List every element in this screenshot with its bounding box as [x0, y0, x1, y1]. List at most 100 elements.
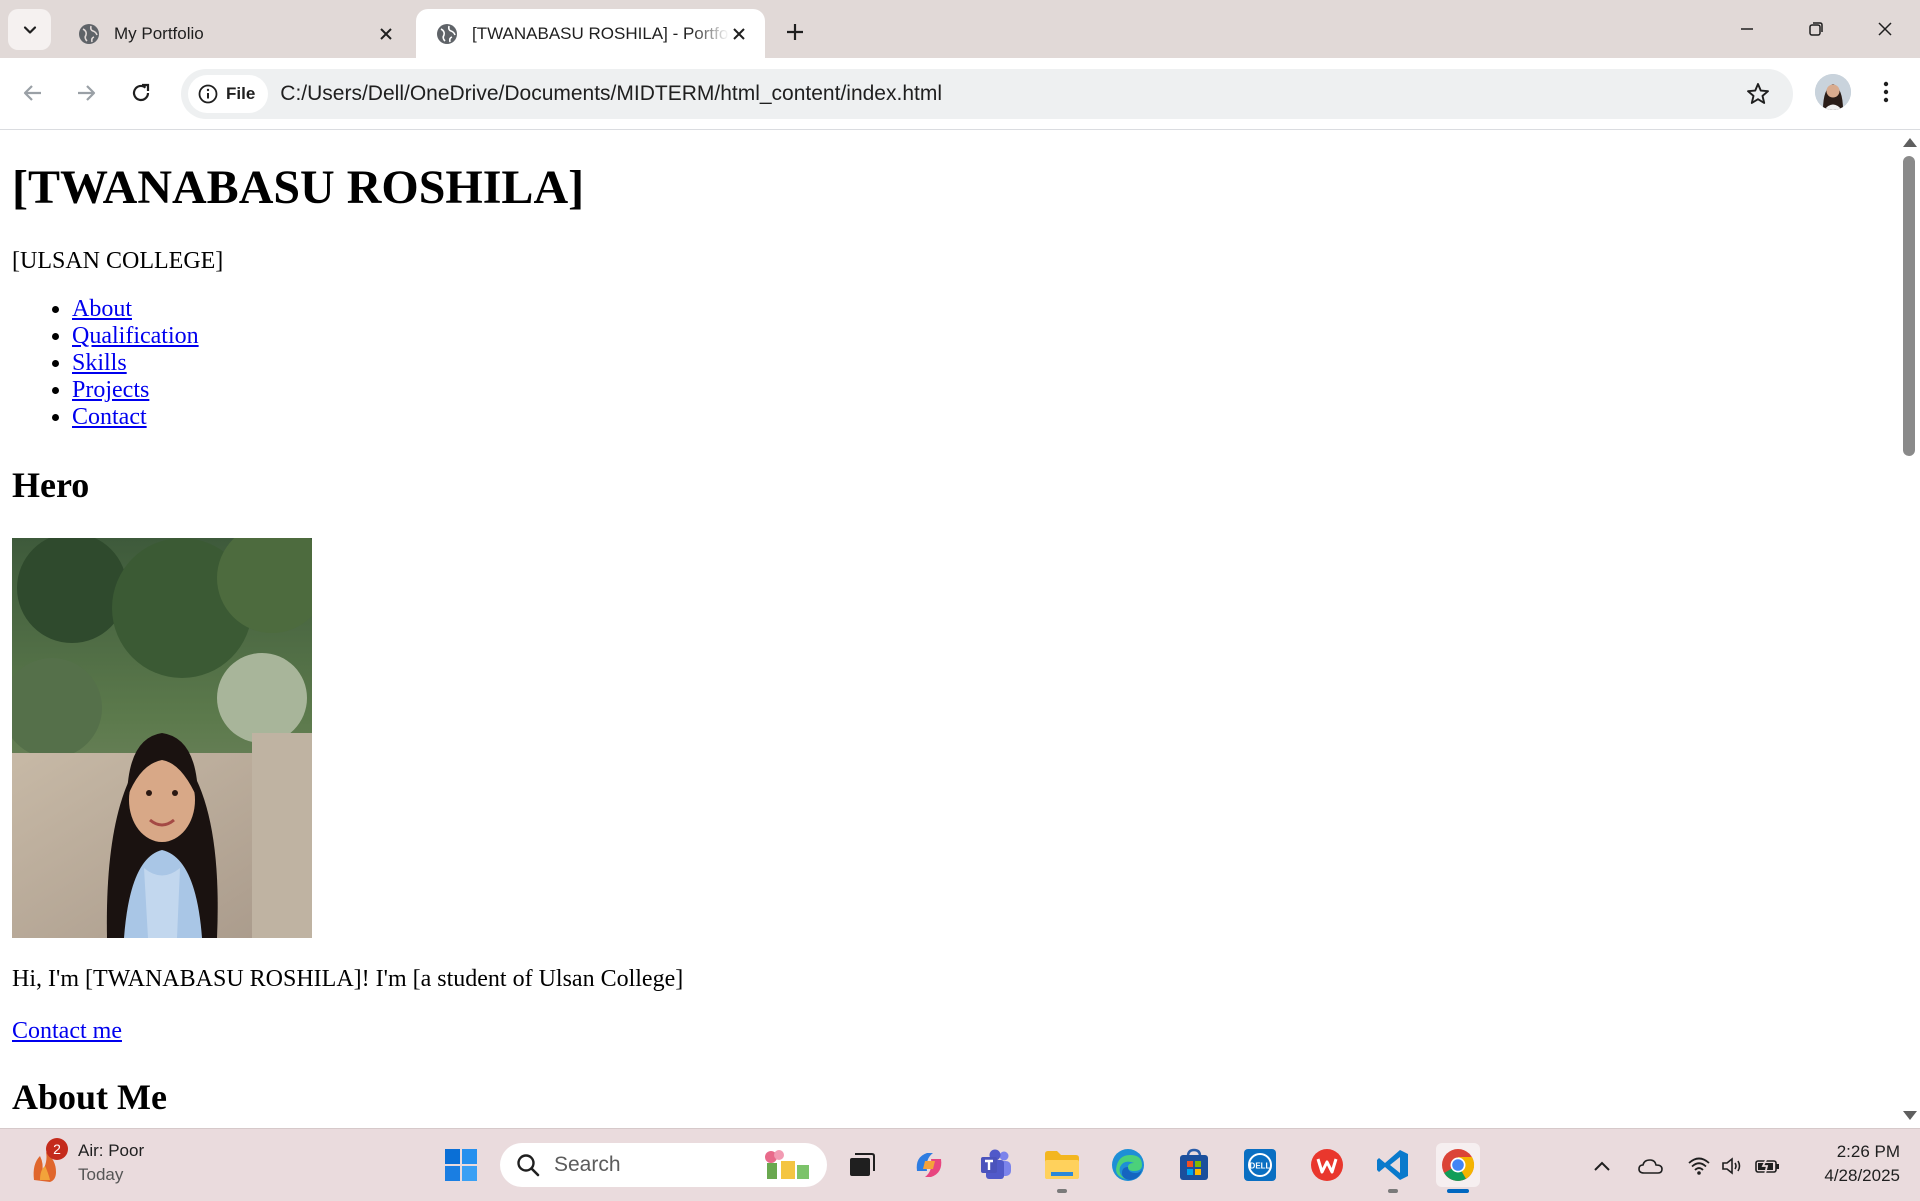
tab-strip: My Portfolio [TWANABASU ROSHILA] - Portf…	[0, 0, 1920, 58]
task-view-button[interactable]	[840, 1143, 884, 1187]
copilot-app[interactable]	[907, 1143, 951, 1187]
windows-logo-icon	[445, 1149, 477, 1181]
nav-item-about: About	[72, 296, 199, 323]
arrow-left-icon	[23, 85, 41, 101]
nav-item-contact: Contact	[72, 404, 199, 431]
scroll-down-arrow-icon[interactable]	[1903, 1111, 1917, 1120]
wps-icon	[1311, 1149, 1343, 1181]
running-indicator	[1057, 1189, 1067, 1193]
back-button[interactable]	[13, 73, 53, 113]
restore-icon	[1809, 22, 1823, 36]
page-title: [TWANABASU ROSHILA]	[12, 161, 585, 214]
tab-my-portfolio[interactable]: My Portfolio	[58, 9, 412, 58]
reload-button[interactable]	[121, 73, 161, 113]
battery-tray[interactable]	[1753, 1151, 1783, 1181]
chrome-icon	[1442, 1149, 1475, 1181]
nav-link-projects[interactable]: Projects	[72, 377, 149, 403]
new-tab-button[interactable]	[780, 17, 810, 47]
contact-me-link[interactable]: Contact me	[12, 1018, 122, 1045]
bookmark-star-icon[interactable]	[1745, 81, 1771, 107]
system-clock[interactable]: 2:26 PM 4/28/2025	[1800, 1140, 1900, 1188]
folder-icon	[1045, 1151, 1079, 1179]
nav-link-about[interactable]: About	[72, 296, 132, 322]
weather-widget[interactable]: 2 Air: Poor Today	[26, 1138, 145, 1187]
close-icon	[1878, 22, 1892, 36]
dell-app[interactable]: DELL	[1238, 1143, 1282, 1187]
nav-item-skills: Skills	[72, 350, 199, 377]
svg-text:DELL: DELL	[1250, 1162, 1271, 1171]
nav-link-contact[interactable]: Contact	[72, 404, 147, 430]
weather-subtitle: Today	[78, 1165, 124, 1184]
browser-menu-button[interactable]	[1868, 72, 1904, 112]
url-text[interactable]: C:/Users/Dell/OneDrive/Documents/MIDTERM…	[280, 82, 942, 106]
search-highlight-icon	[765, 1150, 809, 1179]
globe-icon	[79, 23, 99, 44]
close-tab-icon[interactable]	[729, 24, 749, 44]
arrow-right-icon	[78, 85, 96, 101]
page-scrollbar[interactable]	[1899, 130, 1920, 1128]
minimize-button[interactable]	[1717, 8, 1777, 50]
teams-app[interactable]	[974, 1143, 1018, 1187]
windows-taskbar: 2 Air: Poor Today Search DELL 2:26 PM 4/…	[0, 1128, 1920, 1201]
profile-avatar[interactable]	[1815, 74, 1851, 110]
file-explorer-app[interactable]	[1040, 1143, 1084, 1187]
restore-button[interactable]	[1786, 8, 1846, 50]
task-view-icon	[850, 1153, 875, 1176]
tab-title: My Portfolio	[114, 23, 204, 43]
minimize-icon	[1741, 28, 1753, 30]
plus-icon	[787, 24, 803, 40]
start-button[interactable]	[439, 1143, 483, 1187]
about-heading: About Me	[12, 1077, 167, 1117]
wifi-icon	[1688, 1157, 1710, 1175]
volume-tray[interactable]	[1718, 1151, 1748, 1181]
more-vertical-icon	[1883, 81, 1889, 103]
tab-twanabasu-portfolio[interactable]: [TWANABASU ROSHILA] - Portfolio	[416, 9, 765, 58]
cloud-icon	[1638, 1159, 1663, 1174]
scroll-up-arrow-icon[interactable]	[1903, 138, 1917, 147]
forward-button[interactable]	[66, 73, 106, 113]
reload-icon	[132, 83, 150, 102]
scrollbar-thumb[interactable]	[1903, 156, 1915, 456]
taskbar-search[interactable]: Search	[500, 1143, 827, 1187]
intro-text: Hi, I'm [TWANABASU ROSHILA]! I'm [a stud…	[12, 966, 684, 992]
nav-link-skills[interactable]: Skills	[72, 350, 127, 376]
info-icon	[198, 84, 218, 104]
address-bar[interactable]: File C:/Users/Dell/OneDrive/Documents/MI…	[181, 69, 1793, 119]
vscode-icon	[1377, 1150, 1408, 1180]
avatar-icon	[1815, 74, 1851, 110]
nav-item-qualification: Qualification	[72, 323, 199, 350]
battery-charging-icon	[1755, 1157, 1779, 1175]
page-viewport: [TWANABASU ROSHILA] [ULSAN COLLEGE] Abou…	[0, 130, 1920, 1128]
nav-item-projects: Projects	[72, 377, 199, 404]
site-nav: About Qualification Skills Projects Cont…	[12, 296, 199, 431]
running-indicator	[1388, 1189, 1398, 1193]
chrome-app[interactable]	[1436, 1143, 1480, 1187]
close-window-button[interactable]	[1855, 8, 1915, 50]
weather-title: Air: Poor	[78, 1141, 145, 1160]
browser-toolbar: File C:/Users/Dell/OneDrive/Documents/MI…	[0, 58, 1920, 130]
chevron-up-icon	[1594, 1161, 1610, 1171]
tab-title: [TWANABASU ROSHILA] - Portfolio	[472, 23, 729, 43]
copilot-icon	[916, 1153, 942, 1177]
air-quality-icon: 2	[26, 1138, 68, 1184]
nav-link-qualification[interactable]: Qualification	[72, 323, 199, 349]
active-indicator	[1447, 1189, 1469, 1193]
edge-app[interactable]	[1106, 1143, 1150, 1187]
wifi-tray[interactable]	[1684, 1151, 1714, 1181]
search-icon	[517, 1154, 540, 1177]
site-info-chip[interactable]: File	[188, 75, 269, 113]
onedrive-tray[interactable]	[1636, 1151, 1666, 1181]
site-info-label: File	[226, 84, 256, 103]
clock-time: 2:26 PM	[1836, 1142, 1900, 1161]
clock-date: 4/28/2025	[1824, 1166, 1900, 1185]
volume-icon	[1722, 1157, 1741, 1175]
vscode-app[interactable]	[1371, 1143, 1415, 1187]
notification-badge: 2	[46, 1138, 68, 1160]
college-name: [ULSAN COLLEGE]	[12, 248, 224, 274]
microsoft-store-app[interactable]	[1172, 1143, 1216, 1187]
tab-search-button[interactable]	[8, 9, 51, 50]
chevron-down-icon	[23, 25, 36, 34]
close-tab-icon[interactable]	[376, 24, 396, 44]
wps-office-app[interactable]	[1305, 1143, 1349, 1187]
show-hidden-icons-button[interactable]	[1587, 1151, 1617, 1181]
